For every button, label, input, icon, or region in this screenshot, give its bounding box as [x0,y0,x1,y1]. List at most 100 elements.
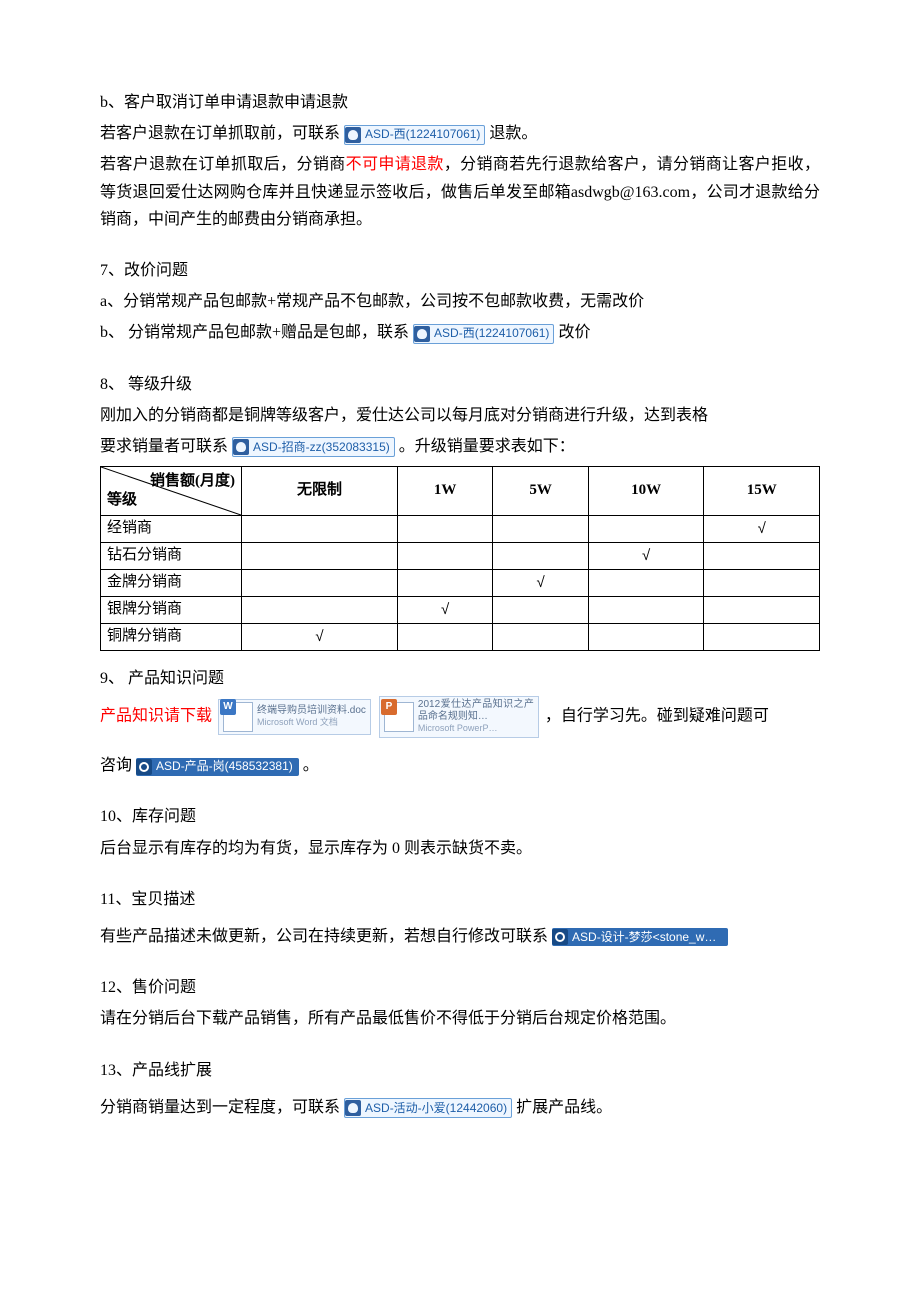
table-header-row: 销售额(月度) 等级 无限制 1W 5W 10W 15W [101,467,820,516]
qq-contact-asd-west[interactable]: ASD-西(1224107061) [344,125,485,145]
cell: √ [493,570,588,597]
section-13-body: 分销商销量达到一定程度，可联系 ASD-活动-小爱(12442060) 扩展产品… [100,1094,820,1121]
qq-label: ASD-设计-梦莎<stone_w… [572,927,716,947]
row-label: 银牌分销商 [101,597,242,624]
cell [588,597,704,624]
cell [397,624,492,651]
cell [397,570,492,597]
section-9-line1: 产品知识请下载 终端导购员培训资料.doc Microsoft Word 文档 … [100,696,820,738]
cell [397,543,492,570]
section-b-line2: 若客户退款在订单抓取后，分销商不可申请退款，分销商若先行退款给客户，请分销商让客… [100,151,820,233]
section-b-line1: 若客户退款在订单抓取前，可联系 ASD-西(1224107061) 退款。 [100,120,820,147]
cell: √ [588,543,704,570]
cell [588,624,704,651]
file-name: 终端导购员培训资料.doc [257,705,366,716]
col-header: 5W [493,467,588,516]
row-label: 钻石分销商 [101,543,242,570]
qq-contact-asd-west-2[interactable]: ASD-西(1224107061) [413,324,554,344]
text: 。升级销量要求表如下： [399,438,575,455]
table-row: 银牌分销商 √ [101,597,820,624]
cell [242,543,398,570]
section-7-b: b、 分销常规产品包邮款+赠品是包邮，联系 ASD-西(1224107061) … [100,319,820,346]
table-row: 经销商 √ [101,516,820,543]
row-label: 铜牌分销商 [101,624,242,651]
qq-contact-asd-product[interactable]: ASD-产品-岗(458532381) [136,758,299,776]
cell: √ [397,597,492,624]
section-11-body: 有些产品描述未做更新，公司在持续更新，若想自行修改可联系 ASD-设计-梦莎<s… [100,923,820,950]
attachment-ppt[interactable]: 2012爱仕达产品知识之产品命名规则知… Microsoft PowerP… [379,696,539,738]
cell [242,570,398,597]
col-header: 10W [588,467,704,516]
col-header: 1W [397,467,492,516]
col-header: 15W [704,467,820,516]
file-name: 2012爱仕达产品知识之产品命名规则知… [418,699,534,722]
table-row: 铜牌分销商 √ [101,624,820,651]
cell [242,516,398,543]
word-icon [223,702,253,732]
cell [588,516,704,543]
download-hint: 产品知识请下载 [100,708,212,725]
text: 扩展产品线。 [516,1099,612,1116]
qq-contact-asd-design[interactable]: ASD-设计-梦莎<stone_w… [552,928,728,946]
section-b-title: b、客户取消订单申请退款申请退款 [100,89,820,116]
col-header: 无限制 [242,467,398,516]
section-12-body: 请在分销后台下载产品销售，所有产品最低售价不得低于分销后台规定价格范围。 [100,1005,820,1032]
cell [704,570,820,597]
text: ，自行学习先。碰到疑难问题可 [545,708,769,725]
section-12-title: 12、售价问题 [100,974,820,1001]
qq-icon [414,326,430,342]
cell [704,597,820,624]
cell [704,624,820,651]
file-sub: Microsoft Word 文档 [257,717,338,727]
text: 。 [303,757,319,774]
qq-contact-asd-zhaoshang[interactable]: ASD-招商-zz(352083315) [232,437,395,457]
qq-icon [345,1100,361,1116]
qq-label: ASD-西(1224107061) [434,323,549,343]
text: 若客户退款在订单抓取后，分销商 [100,156,346,173]
section-11-title: 11、宝贝描述 [100,886,820,913]
qq-icon [233,439,249,455]
text: 改价 [558,324,590,341]
row-label: 金牌分销商 [101,570,242,597]
text: 咨询 [100,757,132,774]
qq-icon [345,127,361,143]
cell [397,516,492,543]
diagonal-header: 销售额(月度) 等级 [101,467,242,516]
section-7-a: a、分销常规产品包邮款+常规产品不包邮款，公司按不包邮款收费，无需改价 [100,288,820,315]
cell [704,543,820,570]
cell [493,597,588,624]
cell: √ [704,516,820,543]
cell [493,543,588,570]
qq-label: ASD-招商-zz(352083315) [253,437,390,457]
section-9-line2: 咨询 ASD-产品-岗(458532381) 。 [100,752,820,779]
header-bottom: 等级 [107,488,137,514]
text: 要求销量者可联系 [100,438,228,455]
qq-contact-asd-activity[interactable]: ASD-活动-小爱(12442060) [344,1098,512,1118]
cell [493,624,588,651]
warning-text: 不可申请退款 [346,156,444,173]
section-9-title: 9、 产品知识问题 [100,665,820,692]
header-top: 销售额(月度) [150,469,235,495]
cell [493,516,588,543]
cell [588,570,704,597]
qq-icon [136,759,152,775]
text: 分销商销量达到一定程度，可联系 [100,1099,340,1116]
qq-icon [552,929,568,945]
text: 退款。 [489,125,537,142]
text: 有些产品描述未做更新，公司在持续更新，若想自行修改可联系 [100,928,548,945]
table-row: 钻石分销商 √ [101,543,820,570]
attachment-word[interactable]: 终端导购员培训资料.doc Microsoft Word 文档 [218,699,371,735]
qq-label: ASD-产品-岗(458532381) [156,756,293,776]
cell [242,597,398,624]
qq-label: ASD-西(1224107061) [365,124,480,144]
row-label: 经销商 [101,516,242,543]
attachment-label: 终端导购员培训资料.doc Microsoft Word 文档 [257,705,366,729]
file-sub: Microsoft PowerP… [418,723,498,733]
cell: √ [242,624,398,651]
section-10-body: 后台显示有库存的均为有货，显示库存为 0 则表示缺货不卖。 [100,835,820,862]
text: 若客户退款在订单抓取前，可联系 [100,125,340,142]
section-10-title: 10、库存问题 [100,803,820,830]
section-8-line2: 要求销量者可联系 ASD-招商-zz(352083315) 。升级销量要求表如下… [100,433,820,460]
text: b、 分销常规产品包邮款+赠品是包邮，联系 [100,324,409,341]
attachment-label: 2012爱仕达产品知识之产品命名规则知… Microsoft PowerP… [418,699,534,735]
